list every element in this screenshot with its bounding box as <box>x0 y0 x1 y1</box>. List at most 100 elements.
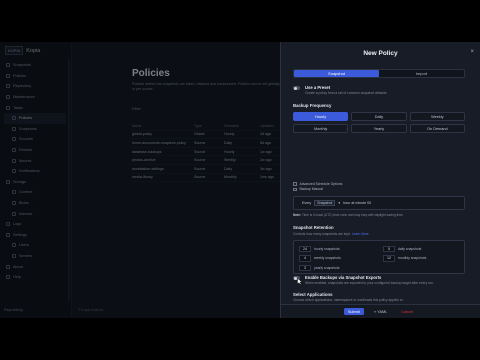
sidebar-item[interactable]: About <box>4 261 66 272</box>
sidebar-item[interactable]: Snapshots <box>4 60 66 71</box>
frequency-option[interactable]: Weekly <box>409 112 465 121</box>
table-cell: Weekly <box>224 158 236 163</box>
retention-subtitle: Controls how many snapshots are kept. Le… <box>293 232 369 236</box>
close-icon[interactable]: × <box>470 49 474 55</box>
sidebar: KOPIA Kopia Snapshots Policies Repository M… <box>0 42 72 318</box>
sidebar-item-label: Indexes <box>19 211 33 216</box>
sidebar-item-label: About <box>13 264 23 269</box>
filter-link[interactable]: Filter <box>132 106 141 111</box>
sidebar-item[interactable]: Notifications <box>4 166 66 177</box>
sidebar-item-label: Repository <box>13 84 32 89</box>
table-row[interactable]: home-documents-snapshot-policy Source Dail… <box>132 139 292 148</box>
table-row[interactable]: global-policy Global Hourly 2d ago <box>132 131 292 140</box>
sidebar-item[interactable]: Sources <box>4 134 66 145</box>
submit-button[interactable]: Submit <box>343 308 364 315</box>
checkbox-row[interactable]: Advanced Schedule Options <box>293 181 342 187</box>
retention-grid: 24 hourly snapshots 5 daily snapshots 4 weekl… <box>299 245 459 272</box>
sidebar-item[interactable]: Policies <box>4 112 66 124</box>
chevron-down-icon: ▾ <box>338 201 341 205</box>
table-cell: Daily <box>224 166 232 171</box>
learn-more-link[interactable]: Learn More <box>352 232 369 236</box>
cancel-button[interactable]: Cancel <box>397 308 417 315</box>
sidebar-item[interactable]: Snapshots <box>4 124 66 135</box>
table-cell: media-library <box>132 175 153 180</box>
page-title: Policies <box>132 68 170 79</box>
sidebar-item-label: Snapshots <box>19 126 37 131</box>
sidebar-scrollbar[interactable] <box>68 60 70 300</box>
sidebar-item[interactable]: Content <box>4 187 66 198</box>
checkbox[interactable] <box>293 187 297 191</box>
tab-snapshot[interactable]: Snapshot <box>294 70 379 77</box>
sidebar-item[interactable]: Users <box>4 240 66 251</box>
sidebar-item-label: Notifications <box>19 169 40 174</box>
table-row[interactable]: database-backups Source Hourly 1w ago <box>132 148 292 157</box>
sidebar-item-label: Sources <box>19 137 33 142</box>
preset-toggle[interactable] <box>293 86 300 90</box>
export-toggle-row: Enable Backups via Snapshot Exports When… <box>293 275 434 285</box>
yaml-button[interactable]: ‹› YAML <box>370 308 392 315</box>
policy-type-tabs: Snapshot Import <box>293 69 465 78</box>
schedule-note: Note: Time is in local (UTC) time zone a… <box>293 213 404 217</box>
sidebar-item[interactable]: Help <box>4 272 66 283</box>
brand: KOPIA Kopia <box>5 46 40 55</box>
retention-label: daily snapshots <box>398 246 422 251</box>
sidebar-item-label: Servers <box>19 253 33 258</box>
schedule-suffix: hour at minute 00 <box>343 201 372 205</box>
sidebar-item[interactable]: Indexes <box>4 208 66 219</box>
sidebar-item[interactable]: Blobs <box>4 198 66 209</box>
schedule-select[interactable]: Snapshot <box>314 200 336 206</box>
nav-icon <box>6 275 10 280</box>
sidebar-item[interactable]: Logs <box>4 219 66 230</box>
sidebar-item[interactable]: Repository <box>4 81 66 92</box>
retention-count-input[interactable]: 4 <box>299 255 311 262</box>
sidebar-item[interactable]: Restore <box>4 145 66 156</box>
frequency-option[interactable]: Monthly <box>293 124 349 133</box>
table-cell: Global <box>194 132 205 137</box>
sidebar-item-label: Policies <box>13 73 27 78</box>
retention-label: weekly snapshots <box>314 256 341 261</box>
nav-icon <box>6 264 10 269</box>
note-text: Time is in local (UTC) time zone and may… <box>301 213 404 217</box>
checkbox-label: Advanced Schedule Options <box>299 181 343 186</box>
frequency-title: Backup Frequency <box>293 103 332 108</box>
nav-icon <box>6 73 10 78</box>
applications-title: Select Applications <box>293 292 333 297</box>
frequency-option[interactable]: Yearly <box>351 124 407 133</box>
checkbox[interactable] <box>293 182 297 186</box>
retention-count-input[interactable]: 5 <box>383 245 395 252</box>
retention-item: 4 weekly snapshots <box>299 255 375 263</box>
nav-icon <box>12 148 16 153</box>
tab-import[interactable]: Import <box>379 70 464 77</box>
retention-box: 24 hourly snapshots 5 daily snapshots 4 weekl… <box>293 240 465 274</box>
sidebar-item[interactable]: Mounts <box>4 155 66 166</box>
table-row[interactable]: workstation-settings Source Daily 3w ago <box>132 165 292 174</box>
sidebar-item[interactable]: Policies <box>4 71 66 82</box>
sidebar-item-label: Logs <box>13 222 22 227</box>
nav-icon <box>12 169 16 174</box>
retention-count-input[interactable]: 3 <box>299 264 311 271</box>
frequency-option[interactable]: Daily <box>351 112 407 121</box>
sidebar-item[interactable]: Servers <box>4 251 66 262</box>
sidebar-item[interactable]: Tasks <box>4 102 66 113</box>
table-cell: workstation-settings <box>132 166 164 171</box>
table-header: Name Type Schedule Updated <box>132 122 292 131</box>
retention-count-input[interactable]: 12 <box>383 255 395 262</box>
retention-count-input[interactable]: 24 <box>299 245 311 252</box>
checkbox-row[interactable]: Backup Manual <box>293 187 342 193</box>
sidebar-item[interactable]: Settings <box>4 230 66 241</box>
sidebar-item[interactable]: Maintenance <box>4 92 66 103</box>
table-cell: Source <box>194 140 206 145</box>
table-cell: Monthly <box>224 175 237 180</box>
schedule-row: Every Snapshot ▾ hour at minute 00 <box>293 196 465 210</box>
frequency-option[interactable]: On Demand <box>409 124 465 133</box>
sidebar-footer[interactable]: Repository <box>4 307 23 312</box>
table-cell: Hourly <box>224 149 235 154</box>
frequency-option[interactable]: Hourly <box>293 112 349 121</box>
mouse-cursor-icon <box>297 278 302 285</box>
table-row[interactable]: photos-archive Source Weekly 2w ago <box>132 156 292 165</box>
sidebar-item[interactable]: Storage <box>4 177 66 188</box>
sidebar-item-label: Restore <box>19 148 33 153</box>
nav-icon <box>6 105 10 110</box>
nav-icon <box>12 253 16 258</box>
table-row[interactable]: media-library Source Monthly 1mo ago <box>132 174 292 183</box>
